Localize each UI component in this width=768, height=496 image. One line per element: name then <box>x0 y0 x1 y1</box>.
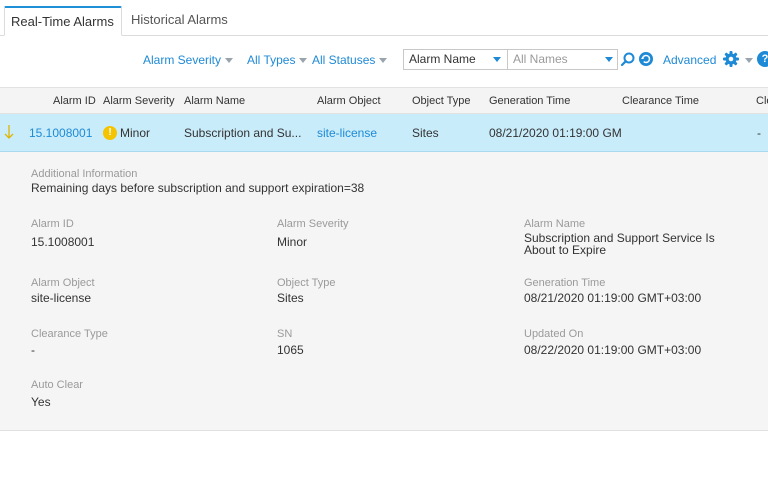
chevron-down-icon <box>299 58 308 64</box>
detail-value-updated-on: 08/22/2020 01:19:00 GMT+03:00 <box>524 343 702 357</box>
detail-label-generation-time: Generation Time <box>524 277 606 289</box>
alarm-tabs: Real-Time Alarms Historical Alarms <box>0 0 768 36</box>
help-icon[interactable]: ? <box>757 51 768 67</box>
alarm-severity-filter[interactable]: Alarm Severity <box>143 53 234 67</box>
column-header-clearance-time[interactable]: Clearance Time <box>622 95 699 107</box>
detail-label-alarm-name: Alarm Name <box>524 218 586 230</box>
column-header-generation-time[interactable]: Generation Time <box>489 95 570 107</box>
detail-value-object-type: Sites <box>277 291 304 305</box>
alarm-name-placeholder: All Names <box>513 52 568 66</box>
alarm-name-field-select[interactable]: Alarm Name <box>403 49 508 70</box>
detail-label-clearance-type: Clearance Type <box>31 328 108 340</box>
chevron-down-icon <box>605 57 613 62</box>
alarm-details-panel: Additional Information Remaining days be… <box>0 152 768 431</box>
column-header-alarm-name[interactable]: Alarm Name <box>184 95 245 107</box>
status-filter[interactable]: All Statuses <box>312 53 388 67</box>
table-header: Alarm ID Alarm Severity Alarm Name Alarm… <box>0 87 768 114</box>
object-type-cell: Sites <box>412 126 439 140</box>
detail-label-object-type: Object Type <box>277 277 336 289</box>
alarm-name-cell: Subscription and Su... <box>184 126 302 140</box>
column-header-object-type[interactable]: Object Type <box>412 95 471 107</box>
detail-value-alarm-object: site-license <box>31 291 92 305</box>
detail-value-alarm-name: Subscription and Support Service Is Abou… <box>524 231 715 257</box>
detail-label-updated-on: Updated On <box>524 328 584 340</box>
detail-value-generation-time: 08/21/2020 01:19:00 GMT+03:00 <box>524 291 702 305</box>
detail-value-alarm-severity: Minor <box>277 235 308 249</box>
tab-real-time-alarms[interactable]: Real-Time Alarms <box>4 6 122 36</box>
detail-value-sn: 1065 <box>277 343 304 357</box>
column-header-alarm-object[interactable]: Alarm Object <box>317 95 381 107</box>
minor-severity-icon: ! <box>103 126 117 140</box>
detail-label-auto-clear: Auto Clear <box>31 379 83 391</box>
detail-label-alarm-id: Alarm ID <box>31 218 74 230</box>
detail-value-clearance-type: - <box>31 343 35 357</box>
column-header-clearance-type[interactable]: Cle <box>756 95 768 107</box>
alarm-id-cell[interactable]: 15.1008001 <box>29 126 92 140</box>
alarm-object-cell[interactable]: site-license <box>317 126 377 140</box>
chevron-down-icon <box>379 58 388 64</box>
search-icon[interactable] <box>620 51 636 67</box>
chevron-down-icon <box>493 57 501 62</box>
status-filter-label: All Statuses <box>312 53 376 67</box>
detail-value-alarm-id: 15.1008001 <box>31 235 95 249</box>
column-header-alarm-id[interactable]: Alarm ID <box>53 95 96 107</box>
chevron-down-icon <box>225 58 234 64</box>
arrow-down-icon[interactable] <box>3 124 15 140</box>
detail-label-alarm-severity: Alarm Severity <box>277 218 349 230</box>
advanced-search-link[interactable]: Advanced <box>663 53 716 67</box>
gear-icon[interactable] <box>722 50 740 68</box>
alarm-severity-filter-label: Alarm Severity <box>143 53 222 67</box>
additional-info-label: Additional Information <box>31 168 138 180</box>
detail-label-alarm-object: Alarm Object <box>31 277 95 289</box>
type-filter-label: All Types <box>247 53 296 67</box>
detail-label-sn: SN <box>277 328 293 340</box>
severity-cell: Minor <box>120 126 151 140</box>
alarm-name-search-input[interactable]: All Names <box>508 49 618 70</box>
refresh-icon[interactable] <box>638 51 654 67</box>
detail-value-auto-clear: Yes <box>31 395 51 409</box>
column-header-alarm-severity[interactable]: Alarm Severity <box>103 95 175 107</box>
chevron-down-icon[interactable] <box>745 58 753 63</box>
alarm-name-field-label: Alarm Name <box>409 52 476 66</box>
clearance-cell: - <box>757 126 761 140</box>
generation-time-cell: 08/21/2020 01:19:00 GM <box>489 126 622 140</box>
additional-info-value: Remaining days before subscription and s… <box>31 181 365 195</box>
tab-historical-alarms[interactable]: Historical Alarms <box>125 6 234 36</box>
type-filter[interactable]: All Types <box>247 53 308 67</box>
